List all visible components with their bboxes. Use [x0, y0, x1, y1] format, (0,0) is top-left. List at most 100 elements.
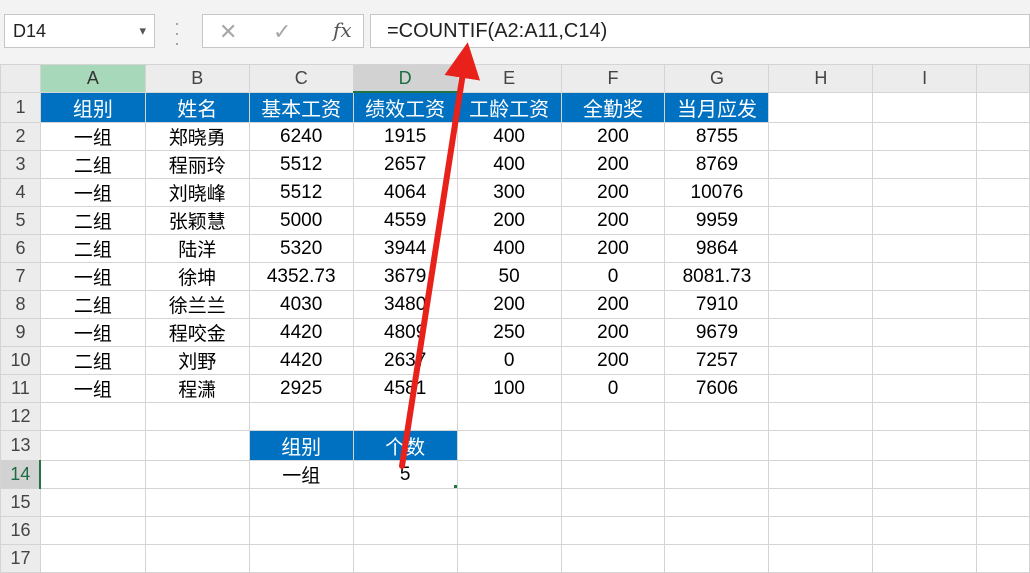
cell-g12[interactable]: [664, 402, 770, 431]
row-header-2[interactable]: 2: [0, 122, 41, 151]
row-header-12[interactable]: 12: [0, 402, 41, 431]
cell-i13[interactable]: [872, 430, 978, 461]
column-header-d[interactable]: D: [352, 64, 458, 93]
cell-a14[interactable]: [39, 460, 146, 489]
cell-partial[interactable]: [976, 150, 1030, 179]
cell-a15[interactable]: [39, 488, 146, 517]
column-header-b[interactable]: B: [144, 64, 250, 93]
cell-partial[interactable]: [976, 178, 1030, 207]
cell-e4[interactable]: 300: [456, 178, 562, 207]
cell-g4[interactable]: 10076: [664, 178, 770, 207]
cell-f13[interactable]: [560, 430, 666, 461]
cell-a4[interactable]: 一组: [39, 178, 146, 207]
cell-g14[interactable]: [664, 460, 770, 489]
cell-c16[interactable]: [248, 516, 354, 545]
cell-g1[interactable]: 当月应发: [664, 91, 770, 123]
cell-d11[interactable]: 4581: [352, 374, 458, 403]
cell-b2[interactable]: 郑晓勇: [144, 122, 250, 151]
cell-h12[interactable]: [768, 402, 874, 431]
cell-h15[interactable]: [768, 488, 874, 517]
cell-h3[interactable]: [768, 150, 874, 179]
cell-partial[interactable]: [976, 122, 1030, 151]
cell-g17[interactable]: [664, 544, 770, 573]
cell-b11[interactable]: 程潇: [144, 374, 250, 403]
cell-a11[interactable]: 一组: [39, 374, 146, 403]
cell-a17[interactable]: [39, 544, 146, 573]
cell-f7[interactable]: 0: [560, 262, 666, 291]
cell-d14[interactable]: 5: [352, 460, 458, 489]
cell-e1[interactable]: 工龄工资: [456, 91, 562, 123]
cell-partial[interactable]: [976, 234, 1030, 263]
cell-g3[interactable]: 8769: [664, 150, 770, 179]
cell-c13[interactable]: 组别: [248, 430, 354, 461]
cell-i8[interactable]: [872, 290, 978, 319]
cell-i4[interactable]: [872, 178, 978, 207]
cell-e16[interactable]: [456, 516, 562, 545]
row-header-14[interactable]: 14: [0, 460, 42, 489]
cell-g11[interactable]: 7606: [664, 374, 770, 403]
cell-a13[interactable]: [39, 430, 146, 461]
cell-e12[interactable]: [456, 402, 562, 431]
cell-d13[interactable]: 个数: [352, 430, 458, 461]
cell-g7[interactable]: 8081.73: [664, 262, 770, 291]
cell-a10[interactable]: 二组: [39, 346, 146, 375]
cell-partial[interactable]: [976, 374, 1030, 403]
cell-h9[interactable]: [768, 318, 874, 347]
cell-b12[interactable]: [144, 402, 250, 431]
cell-partial[interactable]: [976, 290, 1030, 319]
cell-g15[interactable]: [664, 488, 770, 517]
cell-f8[interactable]: 200: [560, 290, 666, 319]
cell-partial[interactable]: [976, 460, 1030, 489]
cell-partial[interactable]: [976, 262, 1030, 291]
cell-g9[interactable]: 9679: [664, 318, 770, 347]
cell-i3[interactable]: [872, 150, 978, 179]
cell-b5[interactable]: 张颖慧: [144, 206, 250, 235]
cell-i2[interactable]: [872, 122, 978, 151]
cell-d4[interactable]: 4064: [352, 178, 458, 207]
cell-i12[interactable]: [872, 402, 978, 431]
cell-g2[interactable]: 8755: [664, 122, 770, 151]
cell-a6[interactable]: 二组: [39, 234, 146, 263]
cell-h13[interactable]: [768, 430, 874, 461]
cell-i16[interactable]: [872, 516, 978, 545]
cell-partial[interactable]: [976, 402, 1030, 431]
fill-handle[interactable]: [452, 484, 457, 488]
name-box[interactable]: D14 ▾: [4, 14, 155, 48]
cell-d17[interactable]: [352, 544, 458, 573]
cell-e15[interactable]: [456, 488, 562, 517]
cell-f5[interactable]: 200: [560, 206, 666, 235]
cell-c4[interactable]: 5512: [248, 178, 354, 207]
row-header-10[interactable]: 10: [0, 346, 41, 375]
cell-f6[interactable]: 200: [560, 234, 666, 263]
cell-c10[interactable]: 4420: [248, 346, 354, 375]
row-header-7[interactable]: 7: [0, 262, 41, 291]
cell-b9[interactable]: 程咬金: [144, 318, 250, 347]
cell-e17[interactable]: [456, 544, 562, 573]
cell-partial[interactable]: [976, 318, 1030, 347]
cell-h11[interactable]: [768, 374, 874, 403]
column-header-h[interactable]: H: [768, 64, 874, 93]
cell-i6[interactable]: [872, 234, 978, 263]
cell-partial[interactable]: [976, 488, 1030, 517]
cell-c17[interactable]: [248, 544, 354, 573]
chevron-down-icon[interactable]: ▾: [139, 23, 146, 39]
cell-d7[interactable]: 3679: [352, 262, 458, 291]
cell-b15[interactable]: [144, 488, 250, 517]
cancel-icon[interactable]: ✕: [219, 19, 237, 45]
cell-h14[interactable]: [768, 460, 874, 489]
cell-d6[interactable]: 3944: [352, 234, 458, 263]
cell-c5[interactable]: 5000: [248, 206, 354, 235]
cell-d3[interactable]: 2657: [352, 150, 458, 179]
cell-e9[interactable]: 250: [456, 318, 562, 347]
cell-d1[interactable]: 绩效工资: [352, 91, 458, 123]
cell-g5[interactable]: 9959: [664, 206, 770, 235]
cell-b4[interactable]: 刘晓峰: [144, 178, 250, 207]
column-header-a[interactable]: A: [39, 64, 146, 93]
row-header-3[interactable]: 3: [0, 150, 41, 179]
cell-h1[interactable]: [768, 91, 874, 123]
cell-b8[interactable]: 徐兰兰: [144, 290, 250, 319]
formula-input[interactable]: =COUNTIF(A2:A11,C14): [370, 14, 1030, 48]
cell-f10[interactable]: 200: [560, 346, 666, 375]
cell-a7[interactable]: 一组: [39, 262, 146, 291]
row-header-4[interactable]: 4: [0, 178, 41, 207]
